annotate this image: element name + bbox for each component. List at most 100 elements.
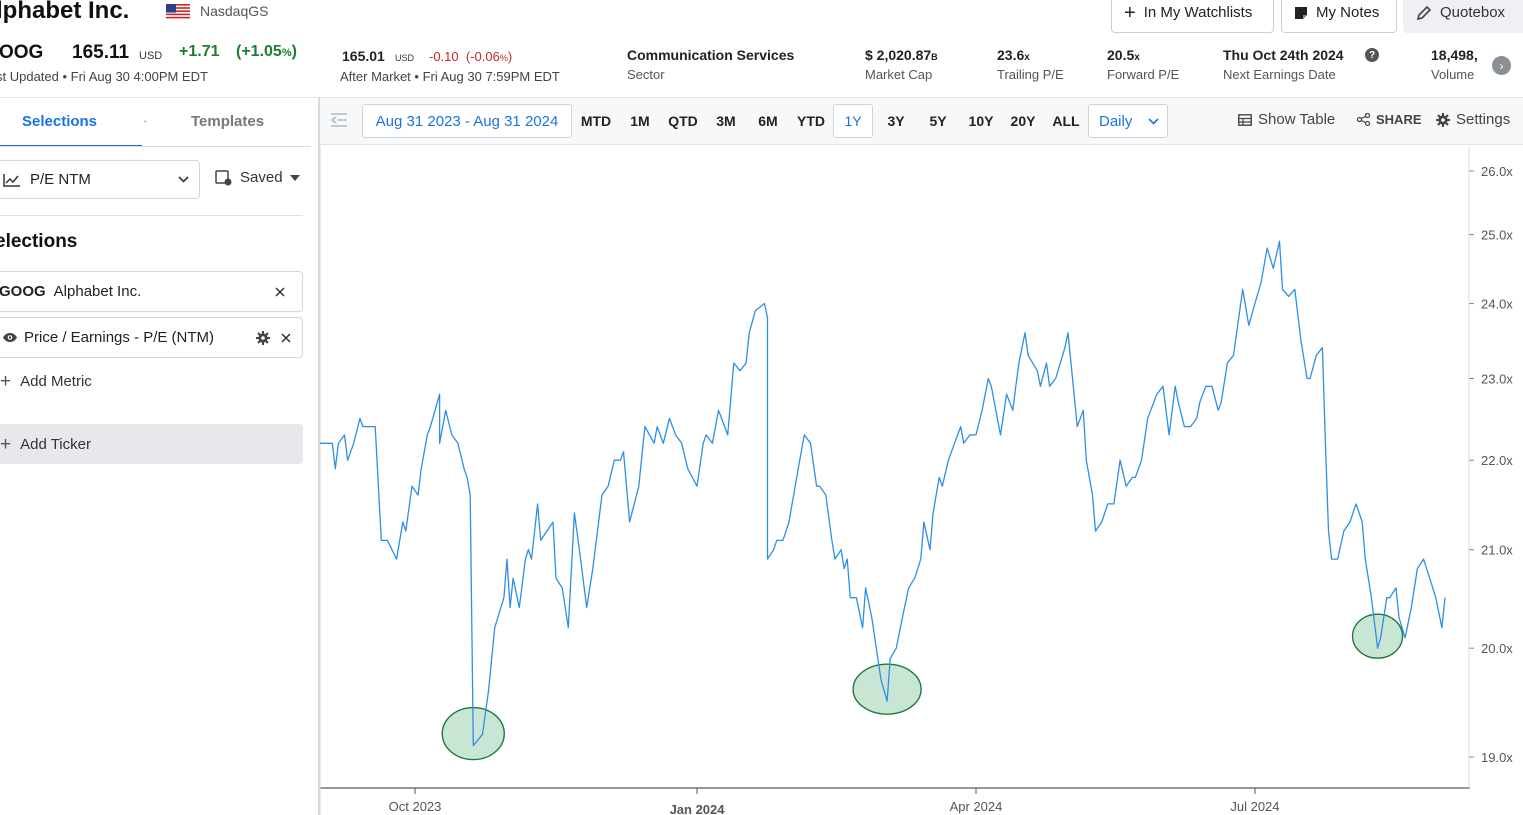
plus-icon: + <box>0 433 12 455</box>
after-market-change: -0.10 (-0.06%) <box>429 49 513 64</box>
line-chart-icon <box>3 173 20 187</box>
selections-heading: elections <box>0 231 78 252</box>
add-metric-button[interactable]: + Add Metric <box>0 372 92 391</box>
pe-ntm-chart[interactable]: 19.0x 20.0x 21.0x 22.0x 23.0x 24.0x 25.0x 26.0x… <box>320 146 1523 815</box>
range-3m[interactable]: 3M <box>710 104 742 138</box>
stat-forward-pe: 20.5x Forward P/E <box>1107 47 1180 82</box>
tabs-divider <box>0 146 311 147</box>
add-ticker-button[interactable]: + Add Ticker <box>0 424 303 464</box>
share-label: SHARE <box>1376 112 1422 127</box>
selected-metric[interactable]: Price / Earnings - P/E (NTM) <box>0 317 303 358</box>
selected-ticker-name: Alphabet Inc. <box>53 283 142 300</box>
stat-next-earnings: Thu Oct 24th 2024 Next Earnings Date <box>1223 47 1344 82</box>
metric-dropdown-value: P/E NTM <box>30 171 91 188</box>
y-tick-label: 26.0x <box>1481 164 1513 179</box>
y-tick-label: 22.0x <box>1481 453 1513 468</box>
chevron-down-icon <box>178 176 189 183</box>
add-metric-label: Add Metric <box>20 373 92 390</box>
range-3y[interactable]: 3Y <box>880 104 912 138</box>
last-updated: st Updated • Fri Aug 30 4:00PM EDT <box>0 69 208 84</box>
price-change: +1.71 <box>179 43 220 60</box>
caret-down-icon <box>289 174 300 181</box>
saved-dropdown[interactable]: Saved <box>215 169 300 186</box>
saved-label: Saved <box>240 169 283 186</box>
after-market-price: 165.01 <box>342 48 385 64</box>
currency-label: USD <box>139 50 163 62</box>
metric-dropdown[interactable]: P/E NTM <box>0 160 200 199</box>
help-icon[interactable]: ? <box>1365 48 1379 62</box>
range-1m[interactable]: 1M <box>624 104 656 138</box>
ticker-symbol: OOG <box>0 42 44 63</box>
tab-selections[interactable]: Selections <box>22 113 97 130</box>
stat-volume: 18,498, Volume <box>1431 47 1478 82</box>
range-1y[interactable]: 1Y <box>833 104 873 138</box>
range-5y[interactable]: 5Y <box>922 104 954 138</box>
gear-icon <box>1436 112 1450 127</box>
x-tick-label: Apr 2024 <box>950 799 1003 814</box>
plus-icon: + <box>0 371 12 392</box>
y-tick-label: 21.0x <box>1481 543 1513 558</box>
stat-market-cap: $ 2,020.87B Market Cap <box>865 47 938 82</box>
tab-separator: · <box>143 113 148 128</box>
x-tick-label: Jul 2024 <box>1230 799 1279 814</box>
after-market-currency: USD <box>395 53 415 63</box>
range-all[interactable]: ALL <box>1048 104 1084 138</box>
section-divider <box>0 215 303 216</box>
y-tick-label: 24.0x <box>1481 297 1513 312</box>
tab-templates[interactable]: Templates <box>191 113 264 130</box>
show-table-button[interactable]: Show Table <box>1238 111 1335 128</box>
quotebox-button[interactable]: Quotebox <box>1403 0 1523 33</box>
eye-icon[interactable] <box>2 332 18 343</box>
x-tick-label: Jan 2024 <box>670 802 726 815</box>
after-market-updated: After Market • Fri Aug 30 7:59PM EDT <box>340 69 560 84</box>
show-table-label: Show Table <box>1258 111 1336 128</box>
notes-button[interactable]: My Notes <box>1281 0 1397 33</box>
selected-metric-label: Price / Earnings - P/E (NTM) <box>24 329 215 346</box>
us-flag-icon <box>166 4 190 20</box>
y-tick-label: 19.0x <box>1481 750 1513 765</box>
saved-chart-icon <box>215 169 232 185</box>
selected-ticker[interactable]: GOOG Alphabet Inc. <box>0 271 303 312</box>
add-ticker-label: Add Ticker <box>20 435 91 453</box>
pencil-icon <box>1416 5 1432 20</box>
chevron-right-icon[interactable]: › <box>1492 56 1511 75</box>
selected-ticker-symbol: GOOG <box>0 283 46 300</box>
stat-trailing-pe: 23.6x Trailing P/E <box>997 47 1064 82</box>
range-10y[interactable]: 10Y <box>964 104 998 138</box>
sticky-note-icon <box>1295 6 1307 19</box>
settings-label: Settings <box>1456 111 1511 128</box>
range-6m[interactable]: 6M <box>752 104 784 138</box>
collapse-panel-icon[interactable] <box>329 109 349 131</box>
y-tick-label: 20.0x <box>1481 641 1513 656</box>
notes-label: My Notes <box>1316 4 1380 21</box>
chevron-down-icon <box>1148 117 1159 125</box>
gear-icon[interactable] <box>256 330 270 345</box>
plus-icon: + <box>1124 1 1136 24</box>
close-icon[interactable] <box>281 332 291 343</box>
price-change-percent: (+1.05%) <box>236 43 297 60</box>
watchlists-label: In My Watchlists <box>1143 4 1253 21</box>
date-range-picker[interactable]: Aug 31 2023 - Aug 31 2024 <box>362 104 572 138</box>
settings-button[interactable]: Settings <box>1436 111 1510 128</box>
table-icon <box>1238 113 1252 126</box>
range-mtd[interactable]: MTD <box>576 104 616 138</box>
x-tick-label: Oct 2023 <box>389 799 442 814</box>
share-icon <box>1357 113 1370 126</box>
low-highlight-circle <box>1351 613 1404 659</box>
quotebox-label: Quotebox <box>1440 4 1506 21</box>
close-icon[interactable] <box>275 286 285 297</box>
share-button[interactable]: SHARE <box>1357 112 1422 127</box>
range-ytd[interactable]: YTD <box>792 104 830 138</box>
watchlists-button[interactable]: + In My Watchlists <box>1111 0 1274 33</box>
company-name: lphabet Inc. <box>0 0 130 24</box>
range-20y[interactable]: 20Y <box>1006 104 1040 138</box>
y-tick-label: 25.0x <box>1481 228 1513 243</box>
y-tick-label: 23.0x <box>1481 371 1513 386</box>
frequency-value: Daily <box>1099 112 1133 130</box>
last-price: 165.11 <box>72 42 130 63</box>
low-highlight-circle <box>852 663 922 715</box>
exchange-label: NasdaqGS <box>200 3 269 19</box>
stat-sector: Communication Services Sector <box>627 47 795 82</box>
frequency-dropdown[interactable]: Daily <box>1088 104 1168 138</box>
range-qtd[interactable]: QTD <box>663 104 703 138</box>
